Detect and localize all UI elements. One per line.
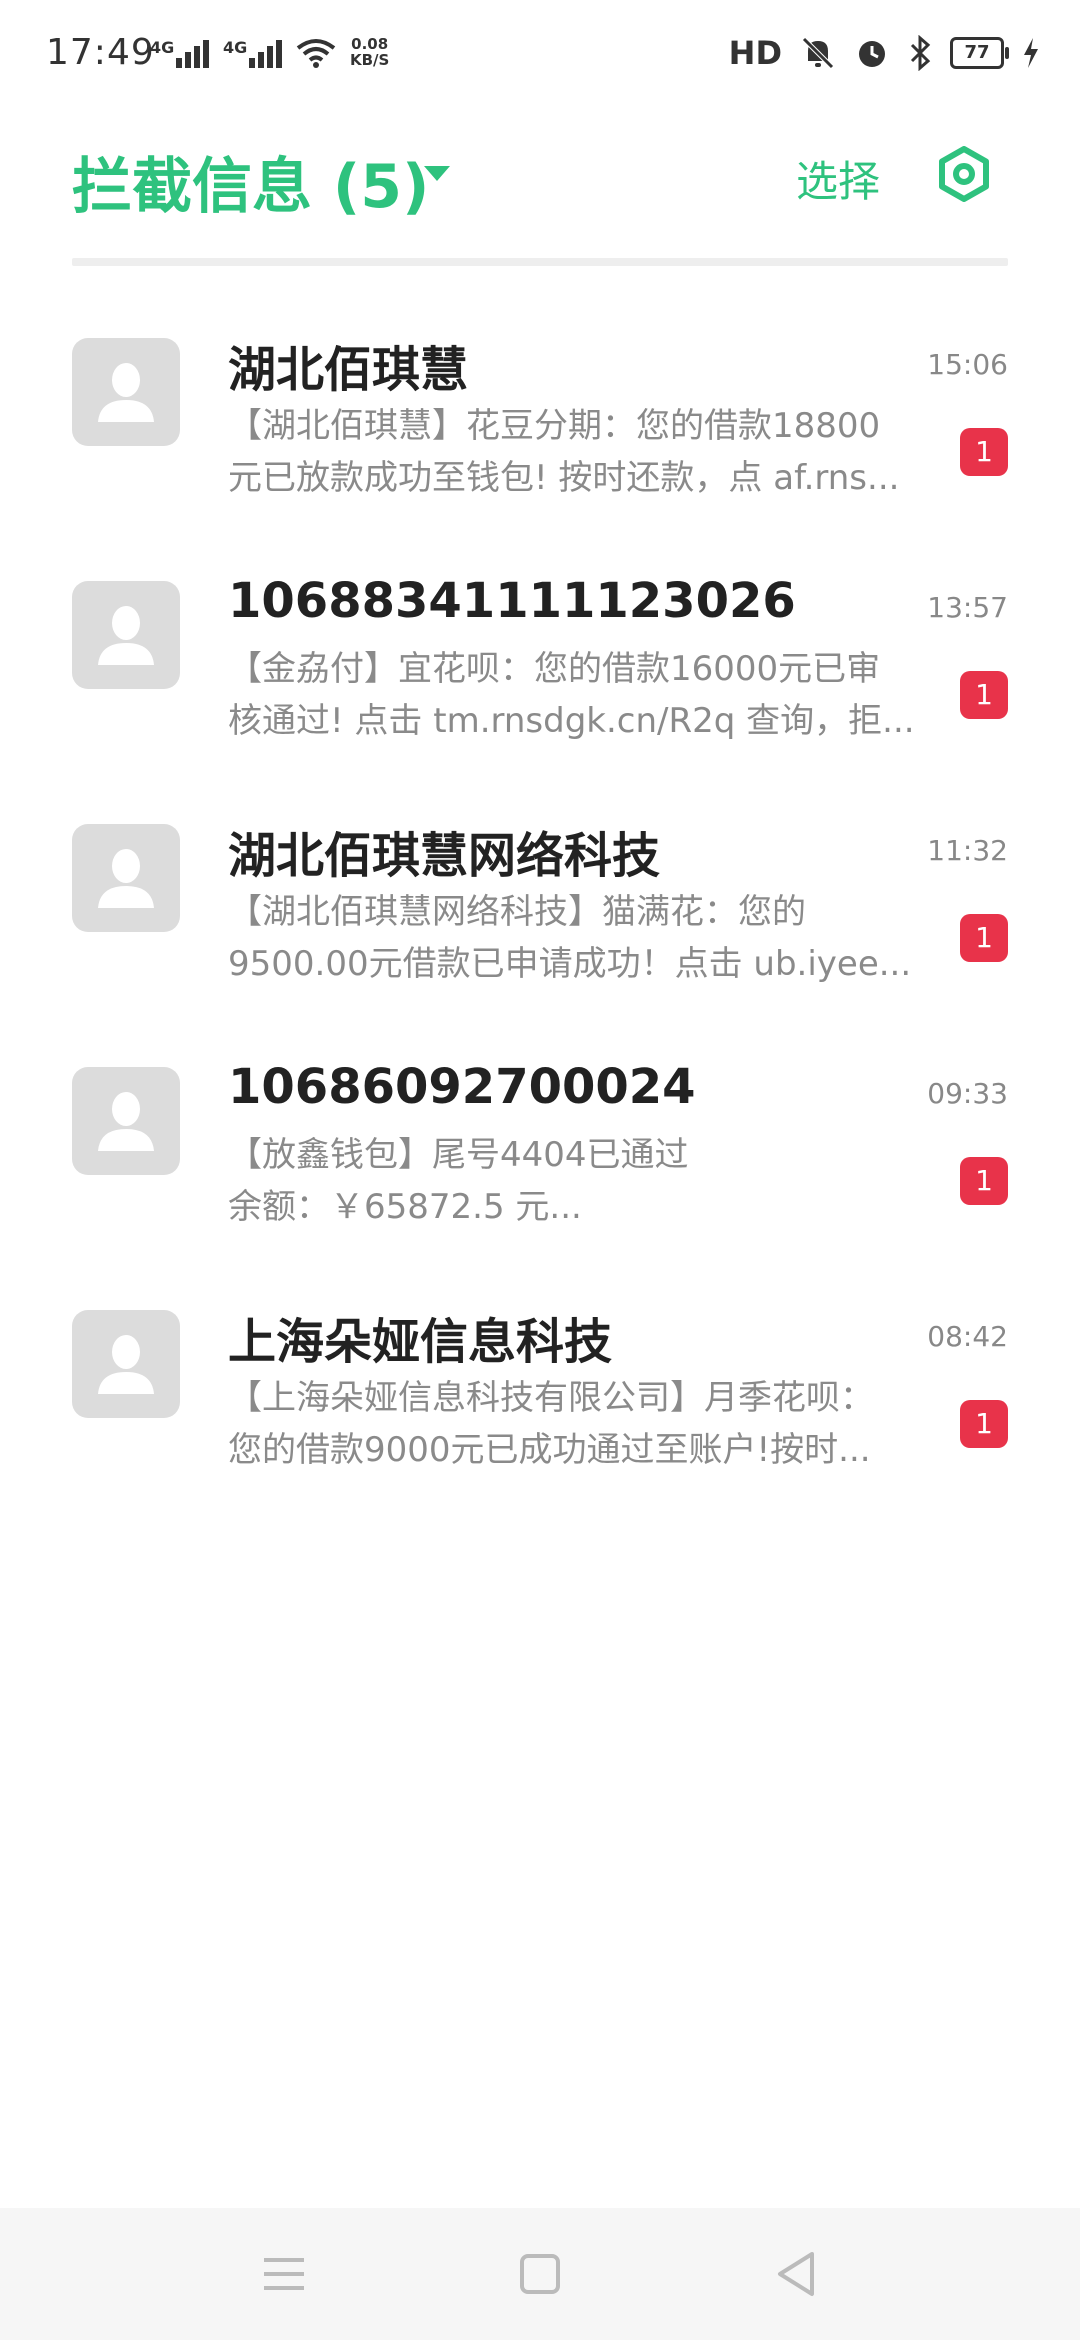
- avatar: [72, 338, 180, 446]
- message-sender: 10686092700024: [228, 1059, 696, 1115]
- charging-icon: [1024, 38, 1038, 68]
- settings-icon[interactable]: [936, 146, 992, 202]
- message-preview: 【湖北佰琪慧网络科技】猫满花：您的 9500.00元借款已申请成功！点击 ub.…: [228, 886, 918, 990]
- message-sender: 湖北佰琪慧网络科技: [228, 828, 661, 884]
- message-preview: 【金劦付】宜花呗：您的借款16000元已审 核通过! 点击 tm.rnsdgk.…: [228, 643, 918, 747]
- preview-line-1: 【上海朵娅信息科技有限公司】月季花呗：: [228, 1378, 874, 1418]
- person-icon: [98, 606, 154, 665]
- page-title[interactable]: 拦截信息 (5): [72, 138, 429, 225]
- message-list: 湖北佰琪慧 15:06 【湖北佰琪慧】花豆分期：您的借款18800 元已放款成功…: [0, 300, 1080, 1515]
- person-icon: [98, 1092, 154, 1151]
- preview-line-2: 核通过! 点击 tm.rnsdgk.cn/R2q 查询，拒...: [228, 701, 915, 741]
- message-time: 08:42: [927, 1320, 1008, 1353]
- message-time: 15:06: [927, 348, 1008, 381]
- message-time: 09:33: [927, 1077, 1008, 1110]
- bluetooth-icon: [910, 35, 931, 71]
- preview-line-1: 【湖北佰琪慧】花豆分期：您的借款18800: [228, 406, 881, 446]
- preview-line-2: 元已放款成功至钱包! 按时还款，点 af.rns...: [228, 458, 900, 498]
- blocked-messages-screen: 17:49 4G 4G 0.08 KB/S HD 77 拦截信息 (5) 选择 …: [0, 0, 1080, 2340]
- menu-icon[interactable]: [256, 2246, 312, 2302]
- home-square-icon[interactable]: [512, 2246, 568, 2302]
- avatar: [72, 1310, 180, 1418]
- battery-icon: 77: [950, 37, 1009, 69]
- message-item[interactable]: 10686092700024 09:33 【放鑫钱包】尾号4404已通过 余额：…: [0, 1029, 1080, 1272]
- signal-icon-1: 4G: [150, 38, 209, 68]
- avatar: [72, 581, 180, 689]
- preview-line-2: 9500.00元借款已申请成功！点击 ub.iyee...: [228, 944, 912, 984]
- message-item[interactable]: 上海朵娅信息科技 08:42 【上海朵娅信息科技有限公司】月季花呗： 您的借款9…: [0, 1272, 1080, 1515]
- preview-line-2: 您的借款9000元已成功通过至账户!按时...: [228, 1430, 871, 1470]
- network-indicators: 4G 4G 0.08 KB/S: [150, 36, 389, 68]
- message-item[interactable]: 湖北佰琪慧 15:06 【湖北佰琪慧】花豆分期：您的借款18800 元已放款成功…: [0, 300, 1080, 543]
- unread-badge: 1: [960, 914, 1008, 962]
- message-item[interactable]: 10688341111123026 13:57 【金劦付】宜花呗：您的借款160…: [0, 543, 1080, 786]
- network-type-2: 4G: [223, 38, 248, 57]
- status-bar: 17:49 4G 4G 0.08 KB/S HD 77: [0, 0, 1080, 108]
- person-icon: [98, 363, 154, 422]
- network-type-1: 4G: [150, 38, 175, 57]
- unread-badge: 1: [960, 1400, 1008, 1448]
- message-sender: 湖北佰琪慧: [228, 342, 469, 398]
- unread-badge: 1: [960, 671, 1008, 719]
- unread-badge: 1: [960, 1157, 1008, 1205]
- person-icon: [98, 1335, 154, 1394]
- chevron-down-icon[interactable]: [424, 166, 450, 181]
- avatar: [72, 1067, 180, 1175]
- mute-bell-icon: [802, 37, 834, 69]
- header: 拦截信息 (5) 选择: [72, 130, 1008, 230]
- unread-badge: 1: [960, 428, 1008, 476]
- preview-line-1: 【湖北佰琪慧网络科技】猫满花：您的: [228, 892, 806, 932]
- header-divider: [72, 258, 1008, 266]
- avatar: [72, 824, 180, 932]
- speed-unit: KB/S: [350, 51, 390, 69]
- preview-line-2: 余额：￥65872.5 元...: [228, 1187, 582, 1227]
- hd-indicator: HD: [728, 34, 782, 72]
- status-right-icons: HD 77: [729, 34, 1040, 72]
- alarm-icon: [859, 41, 885, 67]
- preview-line-1: 【放鑫钱包】尾号4404已通过: [228, 1135, 689, 1175]
- signal-icon-2: 4G: [223, 38, 282, 68]
- wifi-icon: [296, 39, 336, 68]
- message-preview: 【放鑫钱包】尾号4404已通过 余额：￥65872.5 元...: [228, 1129, 918, 1233]
- navigation-bar: [0, 2208, 1080, 2340]
- network-speed: 0.08 KB/S: [350, 36, 389, 68]
- message-sender: 上海朵娅信息科技: [228, 1314, 613, 1370]
- preview-line-1: 【金劦付】宜花呗：您的借款16000元已审: [228, 649, 881, 689]
- back-triangle-icon[interactable]: [768, 2246, 824, 2302]
- message-time: 11:32: [927, 834, 1008, 867]
- speed-value: 0.08: [351, 35, 389, 53]
- person-icon: [98, 849, 154, 908]
- message-sender: 10688341111123026: [228, 573, 796, 629]
- message-item[interactable]: 湖北佰琪慧网络科技 11:32 【湖北佰琪慧网络科技】猫满花：您的 9500.0…: [0, 786, 1080, 1029]
- message-time: 13:57: [927, 591, 1008, 624]
- message-preview: 【上海朵娅信息科技有限公司】月季花呗： 您的借款9000元已成功通过至账户!按时…: [228, 1372, 918, 1476]
- status-time: 17:49: [46, 32, 155, 73]
- message-preview: 【湖北佰琪慧】花豆分期：您的借款18800 元已放款成功至钱包! 按时还款，点 …: [228, 400, 918, 504]
- select-button[interactable]: 选择: [796, 148, 880, 209]
